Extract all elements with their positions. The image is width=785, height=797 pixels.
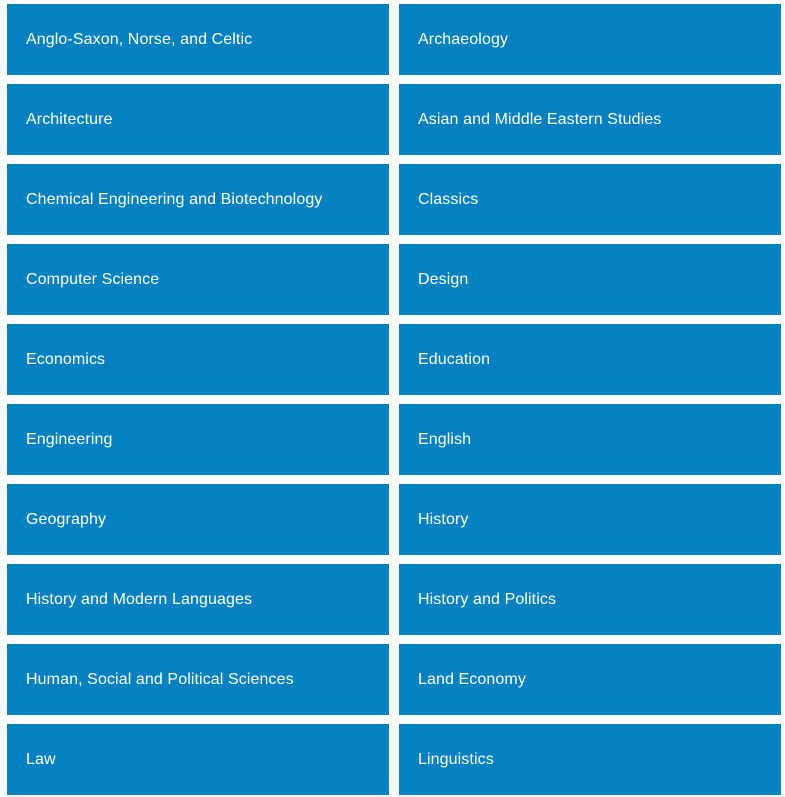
subject-tile-label: Law xyxy=(26,750,56,768)
subject-tile-label: Computer Science xyxy=(26,270,160,288)
subject-tile[interactable]: Computer Science xyxy=(7,244,389,315)
subject-tile[interactable]: Geography xyxy=(7,484,389,555)
subject-tile[interactable]: Law xyxy=(7,724,389,795)
subject-tile[interactable]: Asian and Middle Eastern Studies xyxy=(399,84,781,155)
subject-tile-label: Asian and Middle Eastern Studies xyxy=(418,110,662,128)
subject-tile-label: Education xyxy=(418,350,491,368)
subject-tile-label: Geography xyxy=(26,510,107,528)
subject-tile[interactable]: Chemical Engineering and Biotechnology xyxy=(7,164,389,235)
subject-tile[interactable]: Economics xyxy=(7,324,389,395)
subject-tile-label: History and Politics xyxy=(418,590,557,608)
subject-tile-label: Economics xyxy=(26,350,106,368)
subject-tile-label: English xyxy=(418,430,472,448)
subject-tile-label: Architecture xyxy=(26,110,113,128)
subject-tile[interactable]: Classics xyxy=(399,164,781,235)
subject-tile[interactable]: Architecture xyxy=(7,84,389,155)
subject-tile-label: Linguistics xyxy=(418,750,494,768)
subject-tile[interactable]: Linguistics xyxy=(399,724,781,795)
subject-tile-label: Anglo-Saxon, Norse, and Celtic xyxy=(26,30,253,48)
subject-tile-label: History and Modern Languages xyxy=(26,590,253,608)
subject-tile-label: Classics xyxy=(418,190,479,208)
subject-tile-label: Chemical Engineering and Biotechnology xyxy=(26,190,323,208)
subject-tile[interactable]: History and Modern Languages xyxy=(7,564,389,635)
subject-tile[interactable]: Design xyxy=(399,244,781,315)
subject-grid: Anglo-Saxon, Norse, and Celtic Archaeolog… xyxy=(0,0,785,795)
subject-tile[interactable]: Land Economy xyxy=(399,644,781,715)
subject-tile-label: Human, Social and Political Sciences xyxy=(26,670,294,688)
subject-tile[interactable]: Human, Social and Political Sciences xyxy=(7,644,389,715)
subject-tile-label: Land Economy xyxy=(418,670,526,688)
subject-tile-label: Engineering xyxy=(26,430,113,448)
subject-tile[interactable]: English xyxy=(399,404,781,475)
subject-tile-label: History xyxy=(418,510,469,528)
subject-tile[interactable]: Anglo-Saxon, Norse, and Celtic xyxy=(7,4,389,75)
subject-tile[interactable]: History xyxy=(399,484,781,555)
subject-tile-label: Archaeology xyxy=(418,30,509,48)
subject-tile-label: Design xyxy=(418,270,469,288)
subject-tile[interactable]: Engineering xyxy=(7,404,389,475)
subject-tile[interactable]: Education xyxy=(399,324,781,395)
subject-tile[interactable]: Archaeology xyxy=(399,4,781,75)
subject-tile[interactable]: History and Politics xyxy=(399,564,781,635)
